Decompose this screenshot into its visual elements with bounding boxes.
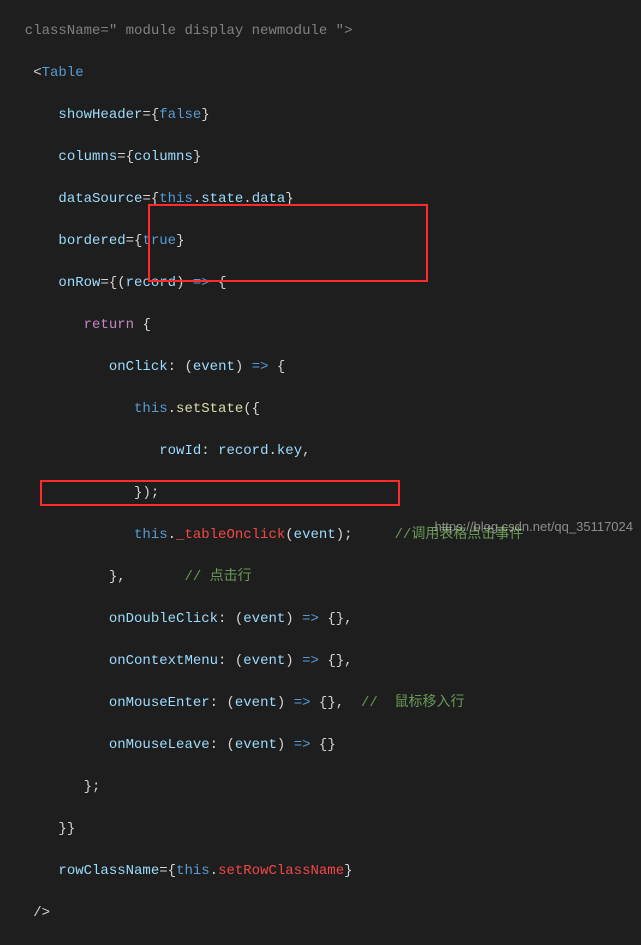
code-line: /> xyxy=(8,903,641,924)
code-line: rowId: record.key, xyxy=(8,441,641,462)
code-line: }; xyxy=(8,777,641,798)
code-line: <Table xyxy=(8,63,641,84)
code-line: onMouseLeave: (event) => {} xyxy=(8,735,641,756)
code-line: }} xyxy=(8,819,641,840)
code-line: }, // 点击行 xyxy=(8,567,641,588)
code-line: dataSource={this.state.data} xyxy=(8,189,641,210)
code-line: onDoubleClick: (event) => {}, xyxy=(8,609,641,630)
code-line: showHeader={false} xyxy=(8,105,641,126)
code-line: className=" module display newmodule "> xyxy=(8,21,641,42)
code-line: this.setState({ xyxy=(8,399,641,420)
code-line: onMouseEnter: (event) => {}, // 鼠标移入行 xyxy=(8,693,641,714)
code-line: onContextMenu: (event) => {}, xyxy=(8,651,641,672)
code-line: onClick: (event) => { xyxy=(8,357,641,378)
code-line: onRow={(record) => { xyxy=(8,273,641,294)
code-line: return { xyxy=(8,315,641,336)
code-editor[interactable]: className=" module display newmodule "> … xyxy=(0,0,641,945)
code-line: bordered={true} xyxy=(8,231,641,252)
code-line: columns={columns} xyxy=(8,147,641,168)
watermark-text: https://blog.csdn.net/qq_35117024 xyxy=(434,516,633,537)
code-line: }); xyxy=(8,483,641,504)
code-line: rowClassName={this.setRowClassName} xyxy=(8,861,641,882)
